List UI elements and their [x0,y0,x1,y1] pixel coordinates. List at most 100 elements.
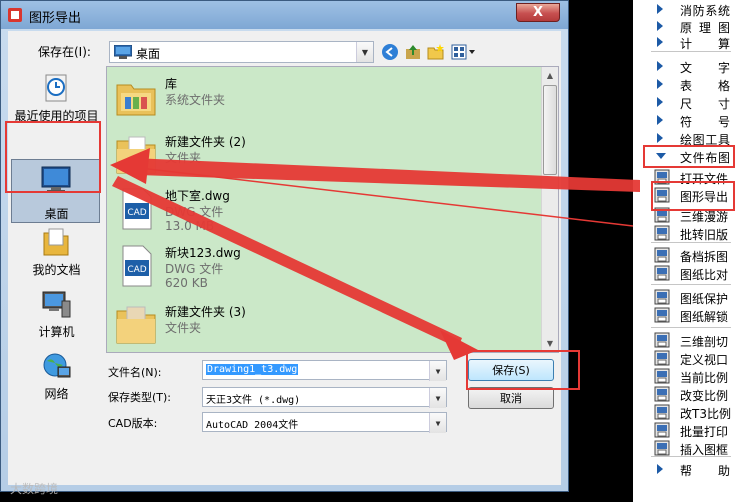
expand-right-icon [657,464,663,474]
new-folder-icon [427,44,444,60]
filetype-value: 天正3文件 (*.dwg) [206,395,301,406]
chevron-down-icon[interactable]: ▼ [356,42,373,62]
bottom-strip [0,492,633,502]
panel-item-label: 帮助 [680,464,730,478]
panel-item[interactable]: 改T3比例 [633,403,735,422]
save-in-combo[interactable]: 桌面 ▼ [109,41,374,63]
list-item[interactable]: 新建文件夹 (3) 文件夹 [107,299,537,355]
recent-items-icon [45,74,67,102]
chevron-down-icon[interactable]: ▼ [429,413,446,433]
expand-right-icon [657,97,663,107]
list-item[interactable]: 新建文件夹 (2) 文件夹 [107,129,537,185]
library-folder-icon [116,84,156,116]
tool-icon [654,265,670,281]
tool-icon [654,368,670,384]
tool-icon [654,332,670,348]
documents-icon [43,228,69,256]
panel-item-label: 定义视口 [680,353,729,367]
computer-icon [42,291,71,318]
svg-text:CAD: CAD [127,265,146,275]
cad-version-label: CAD版本: [108,417,158,430]
panel-item[interactable]: 改变比例 [633,385,735,404]
filetype-select[interactable]: 天正3文件 (*.dwg) ▼ [202,387,447,408]
vertical-scrollbar[interactable]: ▲ ▼ [541,67,558,352]
panel-item[interactable]: 三维剖切 [633,331,735,350]
panel-item[interactable]: 图纸解锁 [633,306,735,325]
panel-item[interactable]: 批转旧版 [633,224,735,243]
file-name: 新建文件夹 (2) [165,135,246,149]
panel-item[interactable]: 符号 [633,111,735,130]
save-in-value: 桌面 [136,47,161,61]
scroll-down-icon[interactable]: ▼ [542,335,558,351]
panel-item[interactable]: 定义视口 [633,349,735,368]
panel-item-label: 尺寸 [680,97,730,111]
panel-item[interactable]: 表格 [633,75,735,94]
filetype-label: 保存类型(T): [108,391,172,404]
dialog-body: 保存在(I): 桌面 ▼ 最近使用的项目 桌面 我的文档 计算机 网络 库 系统… [8,31,561,485]
close-button[interactable]: X [516,3,560,22]
up-folder-button[interactable] [403,42,423,62]
panel-item[interactable]: 当前比例 [633,367,735,386]
panel-item-label: 三维剖切 [680,335,729,349]
watermark: 大数跨境 [10,482,59,496]
file-type: 系统文件夹 [165,93,226,107]
place-network[interactable]: 网络 [8,349,105,409]
file-list[interactable]: 库 系统文件夹 新建文件夹 (2) 文件夹 CAD 地下室.dwg DWG 文件… [106,66,559,353]
tool-icon [654,289,670,305]
tool-icon [654,350,670,366]
view-grid-icon [451,44,475,60]
panel-item[interactable]: 计算 [633,33,735,52]
expand-right-icon [657,133,663,143]
place-label: 计算机 [38,325,75,339]
dialog-titlebar[interactable]: 图形导出 X [1,1,568,29]
file-name: 新块123.dwg [165,246,241,260]
annotation-box-save [466,350,580,390]
view-menu-button[interactable] [450,42,478,62]
place-documents[interactable]: 我的文档 [8,225,105,285]
scroll-thumb[interactable] [543,85,557,175]
filename-input[interactable]: Drawing1_t3.dwg ▼ [202,360,447,381]
folder-icon [116,136,156,174]
back-arrow-icon [382,44,398,60]
panel-item-label: 批量打印 [680,425,729,439]
scroll-up-icon[interactable]: ▲ [542,67,558,83]
panel-item[interactable]: 图纸比对 [633,264,735,283]
filename-label: 文件名(N): [108,366,162,379]
tool-icon [654,307,670,323]
list-item[interactable]: CAD 新块123.dwg DWG 文件 620 KB [107,240,537,296]
panel-item-label: 备档拆图 [680,250,729,264]
back-button[interactable] [380,42,400,62]
expand-right-icon [657,37,663,47]
filename-value: Drawing1_t3.dwg [206,364,299,375]
panel-item-label: 文字 [680,61,730,75]
chevron-down-icon[interactable]: ▼ [429,388,446,408]
cad-version-select[interactable]: AutoCAD 2004文件 ▼ [202,412,447,433]
panel-separator [651,284,731,285]
panel-separator [651,242,731,243]
panel-item[interactable]: 尺寸 [633,93,735,112]
new-folder-button[interactable] [426,42,446,62]
panel-item[interactable]: 图纸保护 [633,288,735,307]
tool-icon [654,404,670,420]
cad-version-value: AutoCAD 2004文件 [206,420,299,431]
folder-icon [116,306,156,344]
panel-item[interactable]: 备档拆图 [633,246,735,265]
file-size: 620 KB [165,276,208,290]
expand-right-icon [657,21,663,31]
panel-item[interactable]: 批量打印 [633,421,735,440]
panel-item-label: 当前比例 [680,371,729,385]
panel-item-label: 改T3比例 [680,407,731,421]
panel-item[interactable]: 文字 [633,57,735,76]
panel-item-label: 符号 [680,115,730,129]
panel-item[interactable]: 帮助 [633,460,735,479]
cancel-button[interactable]: 取消 [468,387,554,409]
place-computer[interactable]: 计算机 [8,287,105,347]
file-type: 文件夹 [165,151,202,165]
network-icon [43,353,71,378]
up-folder-icon [406,45,420,59]
panel-separator [651,327,731,328]
chevron-down-icon[interactable]: ▼ [429,361,446,381]
list-item[interactable]: 库 系统文件夹 [107,71,537,127]
file-type: DWG 文件 [165,262,224,276]
list-item[interactable]: CAD 地下室.dwg DWG 文件 13.0 MB [107,183,537,239]
